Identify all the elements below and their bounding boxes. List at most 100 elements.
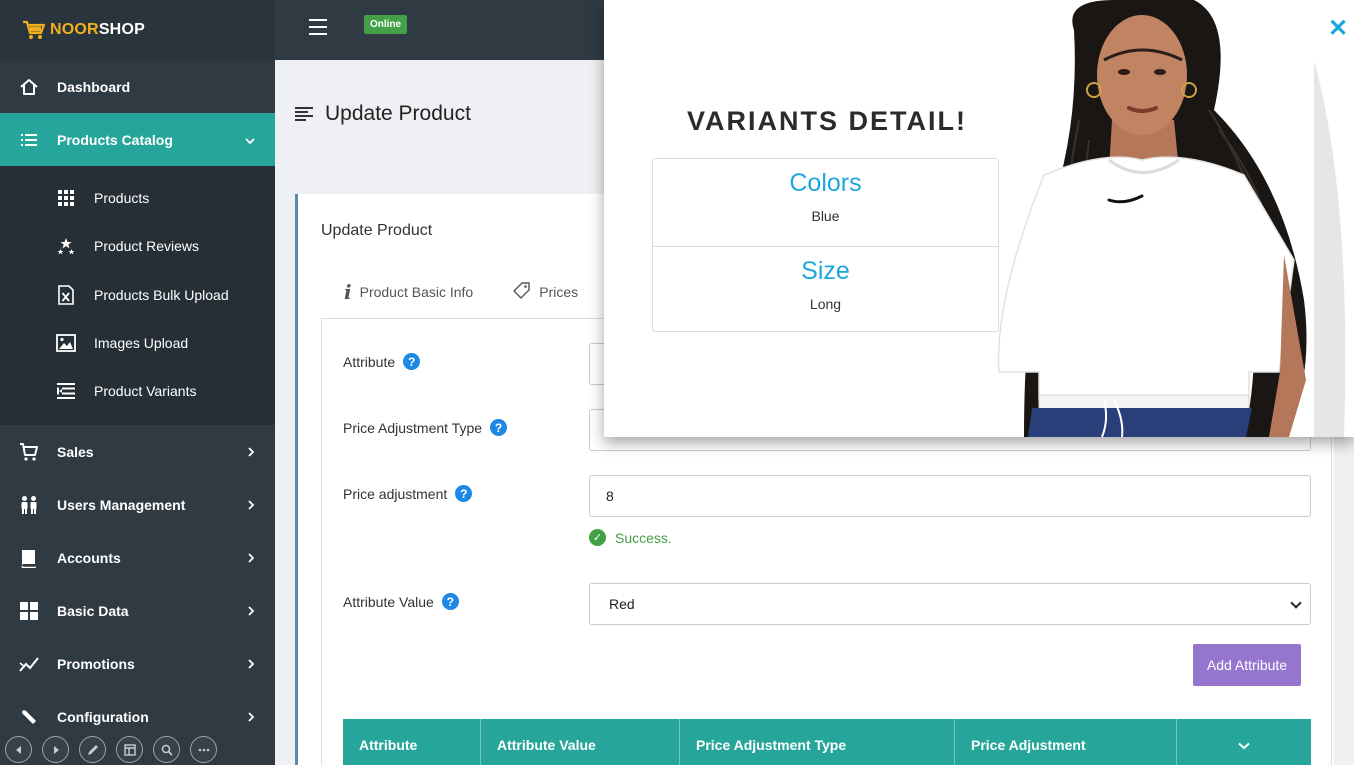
sidebar-subitem-label: Products: [94, 190, 150, 207]
book-icon: [18, 547, 40, 569]
attributes-table-header: Attribute Attribute Value Price Adjustme…: [343, 719, 1311, 765]
tab-label: Prices: [539, 284, 579, 300]
viewer-toolbar: [5, 736, 217, 763]
modal-title: VARIANTS DETAIL!: [687, 106, 967, 136]
dots-grid-icon: [56, 188, 76, 208]
chevron-right-icon: [247, 709, 255, 725]
sidebar-subitem-product-variants[interactable]: Product Variants: [0, 367, 275, 415]
layout-icon[interactable]: [116, 736, 143, 763]
variant-item: Size Long: [653, 246, 998, 333]
variant-value: Long: [809, 296, 842, 312]
tab-label: Product Basic Info: [359, 284, 474, 300]
sidebar-item-promotions[interactable]: Promotions: [0, 637, 275, 690]
grid-icon: [18, 600, 40, 622]
stars-icon: [56, 236, 76, 256]
variant-item: Colors Blue: [653, 159, 998, 246]
sidebar-subitem-label: Product Reviews: [94, 238, 200, 255]
price-adjustment-label: Price adjustment: [343, 485, 448, 502]
sidebar-item-label: Dashboard: [57, 78, 131, 95]
price-adjustment-type-label-wrap: Price Adjustment Type ?: [343, 419, 508, 436]
sidebar-item-products-catalog[interactable]: Products Catalog: [0, 113, 275, 166]
variant-name: Size: [801, 257, 850, 285]
brand-name: NOORSHOP: [50, 21, 145, 38]
excel-file-icon: [56, 284, 76, 305]
page-title: Update Product: [325, 102, 471, 125]
card-title: Update Product: [321, 222, 433, 239]
sidebar-subitem-label: Products Bulk Upload: [94, 286, 229, 303]
next-icon[interactable]: [42, 736, 69, 763]
variant-name: Colors: [789, 169, 862, 197]
logo-cart-icon: [22, 19, 46, 41]
chevron-down-icon: [1238, 737, 1250, 753]
chevron-right-icon: [247, 603, 255, 619]
product-tabs: i Product Basic Info Prices: [344, 280, 578, 304]
pen-icon[interactable]: [79, 736, 106, 763]
tag-icon: [513, 281, 531, 303]
attribute-value-select[interactable]: Red: [589, 583, 1311, 625]
sidebar-item-label: Products Catalog: [57, 131, 173, 148]
chevron-right-icon: [247, 550, 255, 566]
home-icon: [18, 76, 40, 98]
sidebar-item-users-management[interactable]: Users Management: [0, 478, 275, 531]
menu-toggle-icon[interactable]: [309, 19, 327, 35]
image-icon: [56, 333, 76, 353]
sidebar-item-label: Configuration: [57, 708, 149, 725]
price-adjustment-label-wrap: Price adjustment ?: [343, 485, 473, 502]
list-icon: [18, 129, 40, 151]
variant-value: Blue: [811, 208, 840, 224]
help-icon[interactable]: ?: [490, 419, 508, 436]
add-attribute-button[interactable]: Add Attribute: [1193, 644, 1301, 686]
variants-list: Colors Blue Size Long: [652, 158, 999, 332]
help-icon[interactable]: ?: [455, 485, 473, 502]
sidebar-subitem-product-reviews[interactable]: Product Reviews: [0, 222, 275, 270]
success-message: ✓ Success.: [589, 529, 672, 546]
sidebar-item-label: Users Management: [57, 496, 186, 513]
brand-logo[interactable]: NOORSHOP: [0, 0, 275, 60]
sidebar: NOORSHOP Dashboard Products Catalog Prod…: [0, 0, 275, 765]
table-header-attribute-value[interactable]: Attribute Value: [481, 719, 680, 765]
success-text: Success.: [615, 529, 672, 546]
table-header-attribute[interactable]: Attribute: [343, 719, 481, 765]
sidebar-subitem-products[interactable]: Products: [0, 174, 275, 222]
variants-detail-modal: ✕ VARIANTS DETAIL! Colors Blue Size Long: [604, 0, 1354, 437]
page-header: Update Product: [295, 102, 471, 126]
zoom-icon[interactable]: [153, 736, 180, 763]
attribute-label-wrap: Attribute ?: [343, 353, 421, 370]
table-header-price-adjustment[interactable]: Price Adjustment: [955, 719, 1177, 765]
variants-icon: [56, 381, 76, 401]
sidebar-item-basic-data[interactable]: Basic Data: [0, 584, 275, 637]
close-icon[interactable]: ✕: [1326, 15, 1350, 42]
help-icon[interactable]: ?: [441, 593, 459, 610]
chevron-right-icon: [247, 444, 255, 460]
status-badge: Online: [364, 15, 408, 34]
attribute-value-label-wrap: Attribute Value ?: [343, 593, 459, 610]
sidebar-item-accounts[interactable]: Accounts: [0, 531, 275, 584]
product-model-image: [997, 0, 1346, 437]
sidebar-subitem-images-upload[interactable]: Images Upload: [0, 319, 275, 367]
chevron-down-icon: [245, 132, 255, 148]
sidebar-subitem-label: Images Upload: [94, 335, 189, 352]
table-header-price-adjustment-type[interactable]: Price Adjustment Type: [680, 719, 955, 765]
align-left-icon: [295, 107, 313, 121]
wrench-icon: [18, 706, 40, 728]
previous-icon[interactable]: [5, 736, 32, 763]
sidebar-subitem-products-bulk-upload[interactable]: Products Bulk Upload: [0, 271, 275, 319]
sidebar-item-label: Sales: [57, 443, 94, 460]
info-icon: i: [344, 280, 352, 304]
products-catalog-submenu: Products Product Reviews Products Bulk U…: [0, 166, 275, 426]
sidebar-item-dashboard[interactable]: Dashboard: [0, 60, 275, 113]
tab-prices[interactable]: Prices: [513, 280, 578, 304]
price-adjustment-type-label: Price Adjustment Type: [343, 419, 483, 436]
sidebar-item-label: Basic Data: [57, 602, 129, 619]
chart-line-icon: [18, 653, 40, 675]
cart-icon: [18, 441, 40, 463]
tab-product-basic-info[interactable]: i Product Basic Info: [344, 280, 473, 304]
more-icon[interactable]: [190, 736, 217, 763]
attribute-value-label: Attribute Value: [343, 593, 434, 610]
sidebar-item-sales[interactable]: Sales: [0, 425, 275, 478]
table-header-toggle[interactable]: [1177, 719, 1311, 765]
sidebar-item-label: Promotions: [57, 655, 135, 672]
sidebar-item-label: Accounts: [57, 549, 121, 566]
price-adjustment-input[interactable]: 8: [589, 475, 1311, 517]
help-icon[interactable]: ?: [403, 353, 421, 370]
